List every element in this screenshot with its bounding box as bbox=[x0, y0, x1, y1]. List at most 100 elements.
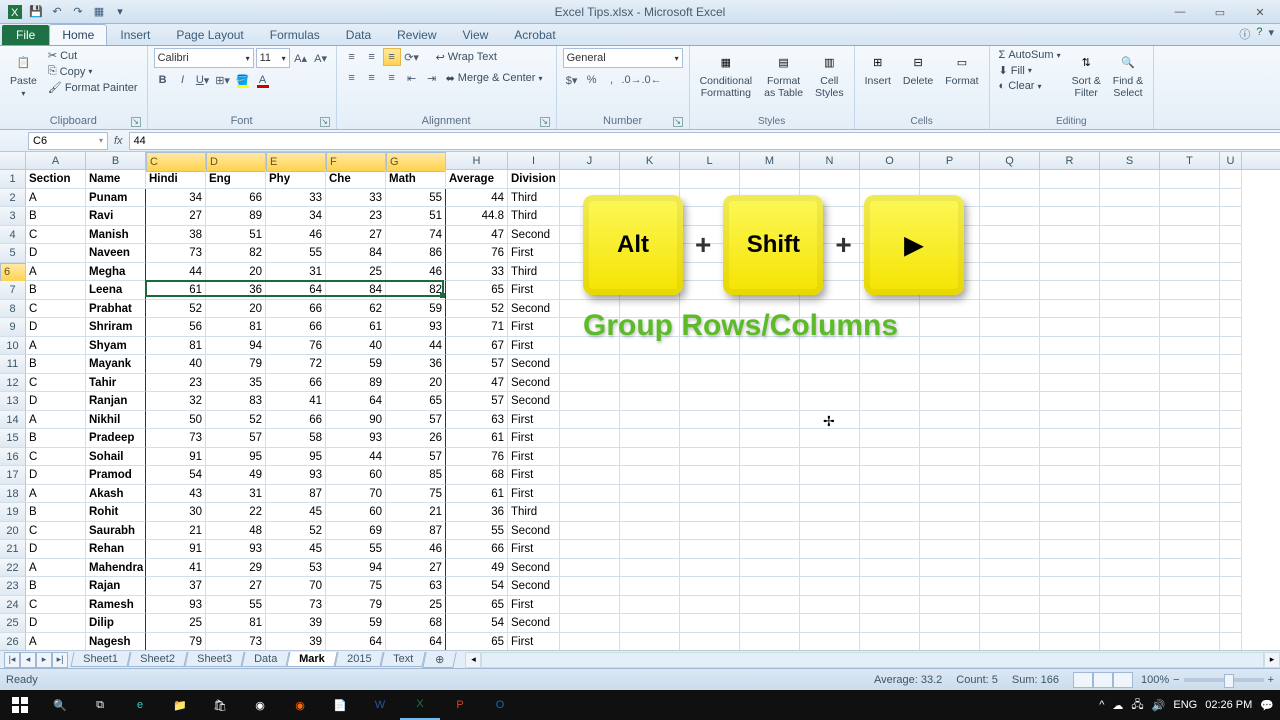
cell[interactable] bbox=[1160, 540, 1220, 559]
cell[interactable]: 64 bbox=[326, 633, 386, 651]
cell[interactable]: B bbox=[26, 207, 86, 226]
cell[interactable]: 73 bbox=[146, 244, 206, 263]
cell[interactable] bbox=[1040, 448, 1100, 467]
cell[interactable] bbox=[1160, 300, 1220, 319]
row-header[interactable]: 14 bbox=[0, 411, 26, 430]
accounting-format-icon[interactable]: $▾ bbox=[563, 71, 581, 89]
sheet-tab[interactable]: Text bbox=[380, 652, 425, 667]
autosum-button[interactable]: ΣAutoSum▾ bbox=[996, 48, 1064, 62]
cell[interactable]: 23 bbox=[146, 374, 206, 393]
cell[interactable] bbox=[620, 522, 680, 541]
cell[interactable] bbox=[1160, 189, 1220, 208]
comma-format-icon[interactable]: , bbox=[603, 71, 621, 89]
cell[interactable]: 59 bbox=[326, 355, 386, 374]
cell[interactable]: A bbox=[26, 337, 86, 356]
cell[interactable]: 66 bbox=[266, 411, 326, 430]
column-header[interactable]: D bbox=[206, 152, 266, 172]
cell[interactable] bbox=[1220, 374, 1242, 393]
cell[interactable] bbox=[920, 522, 980, 541]
cell[interactable] bbox=[1160, 596, 1220, 615]
cell[interactable]: 39 bbox=[266, 614, 326, 633]
increase-indent-icon[interactable]: ⇥ bbox=[423, 69, 441, 87]
cell[interactable] bbox=[680, 596, 740, 615]
cell[interactable]: 82 bbox=[206, 244, 266, 263]
cell[interactable]: 23 bbox=[326, 207, 386, 226]
row-header[interactable]: 22 bbox=[0, 559, 26, 578]
cell[interactable] bbox=[1220, 392, 1242, 411]
cell[interactable]: 45 bbox=[266, 540, 326, 559]
cell[interactable] bbox=[1100, 189, 1160, 208]
row-header[interactable]: 7 bbox=[0, 281, 26, 300]
cell[interactable] bbox=[1040, 226, 1100, 245]
cell[interactable] bbox=[860, 485, 920, 504]
cell[interactable]: 27 bbox=[326, 226, 386, 245]
ribbon-tab-home[interactable]: Home bbox=[49, 24, 107, 45]
cell[interactable]: First bbox=[508, 281, 560, 300]
cell[interactable] bbox=[740, 540, 800, 559]
cell[interactable]: 22 bbox=[206, 503, 266, 522]
cell[interactable]: 48 bbox=[206, 522, 266, 541]
cell[interactable] bbox=[1160, 263, 1220, 282]
cell[interactable] bbox=[980, 559, 1040, 578]
cell[interactable]: First bbox=[508, 540, 560, 559]
cell[interactable] bbox=[980, 577, 1040, 596]
cell[interactable] bbox=[1160, 411, 1220, 430]
help-icon[interactable]: ? bbox=[1256, 26, 1262, 42]
cell[interactable]: 76 bbox=[446, 448, 508, 467]
cell[interactable]: Second bbox=[508, 614, 560, 633]
cell[interactable] bbox=[800, 596, 860, 615]
cell[interactable]: 25 bbox=[146, 614, 206, 633]
cell[interactable]: A bbox=[26, 633, 86, 651]
cell[interactable] bbox=[740, 374, 800, 393]
cell[interactable]: Megha bbox=[86, 263, 146, 282]
cell[interactable]: 70 bbox=[326, 485, 386, 504]
powerpoint-icon[interactable]: P bbox=[440, 690, 480, 720]
row-header[interactable]: 5 bbox=[0, 244, 26, 263]
cell[interactable]: A bbox=[26, 411, 86, 430]
next-sheet-button[interactable]: ▸ bbox=[36, 652, 52, 668]
select-all-corner[interactable] bbox=[0, 152, 26, 169]
cell[interactable]: 69 bbox=[326, 522, 386, 541]
cell[interactable] bbox=[1040, 374, 1100, 393]
cell[interactable] bbox=[1160, 374, 1220, 393]
cell[interactable]: Shriram bbox=[86, 318, 146, 337]
cell[interactable] bbox=[980, 263, 1040, 282]
cell[interactable]: C bbox=[26, 522, 86, 541]
cell[interactable]: 55 bbox=[266, 244, 326, 263]
cell[interactable]: C bbox=[26, 226, 86, 245]
cell[interactable] bbox=[1160, 503, 1220, 522]
sheet-tab[interactable]: Sheet1 bbox=[70, 652, 130, 667]
cell[interactable]: Division bbox=[508, 170, 560, 189]
wrap-text-button[interactable]: ↩Wrap Text bbox=[433, 50, 500, 65]
cell[interactable] bbox=[1040, 559, 1100, 578]
cell[interactable] bbox=[1220, 448, 1242, 467]
cell[interactable]: 87 bbox=[266, 485, 326, 504]
ribbon-tab-view[interactable]: View bbox=[450, 24, 502, 45]
cell-styles-button[interactable]: ▥Cell Styles bbox=[811, 48, 848, 101]
cell[interactable]: 56 bbox=[146, 318, 206, 337]
cell[interactable]: Second bbox=[508, 577, 560, 596]
cell[interactable]: 90 bbox=[326, 411, 386, 430]
cell[interactable] bbox=[1220, 614, 1242, 633]
cell[interactable]: Eng bbox=[206, 170, 266, 189]
dialog-launcher-icon[interactable]: ↘ bbox=[673, 117, 683, 127]
row-header[interactable]: 19 bbox=[0, 503, 26, 522]
cell[interactable]: 27 bbox=[386, 559, 446, 578]
cell[interactable]: 81 bbox=[206, 614, 266, 633]
cell[interactable]: 93 bbox=[206, 540, 266, 559]
cell[interactable] bbox=[620, 596, 680, 615]
row-header[interactable]: 6 bbox=[0, 263, 26, 283]
cell[interactable] bbox=[1040, 503, 1100, 522]
cell[interactable]: 79 bbox=[146, 633, 206, 651]
language-indicator[interactable]: ENG bbox=[1173, 699, 1197, 711]
cell[interactable]: 44 bbox=[386, 337, 446, 356]
cell[interactable] bbox=[1040, 189, 1100, 208]
cell[interactable]: Second bbox=[508, 392, 560, 411]
cell[interactable]: 83 bbox=[206, 392, 266, 411]
cell[interactable]: 46 bbox=[386, 263, 446, 282]
cell[interactable]: 66 bbox=[266, 318, 326, 337]
cell[interactable] bbox=[1220, 170, 1242, 189]
cell[interactable] bbox=[920, 577, 980, 596]
cell[interactable]: 34 bbox=[146, 189, 206, 208]
cell[interactable] bbox=[620, 466, 680, 485]
